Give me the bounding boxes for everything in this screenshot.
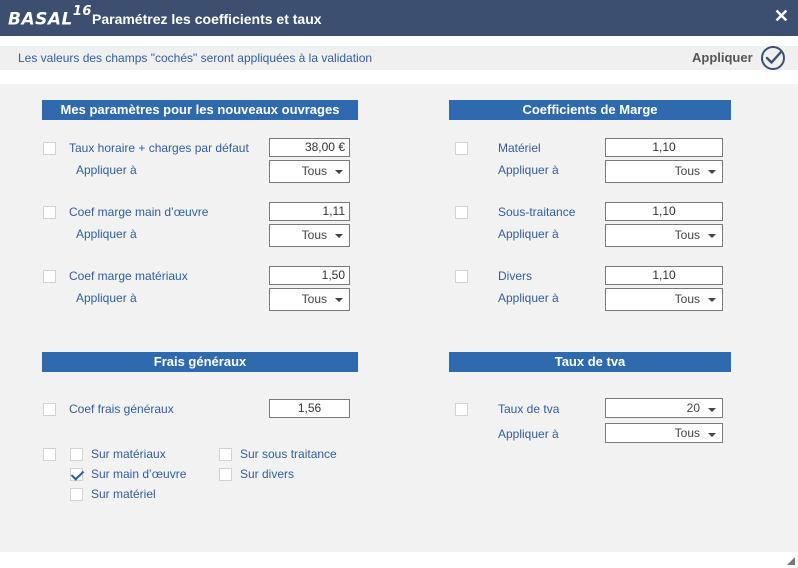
sous-traitance-apply-select[interactable]: Tous <box>605 224 723 247</box>
sur-materiaux-checkbox[interactable] <box>70 448 83 461</box>
close-icon[interactable]: ✕ <box>774 6 789 27</box>
apply-button-label: Appliquer <box>692 50 753 65</box>
check-circle-icon <box>761 46 785 70</box>
coef-mo-label: Coef marge main d’œuvre <box>69 205 209 219</box>
sur-materiaux-label: Sur matériaux <box>91 447 166 461</box>
sur-materiel-label: Sur matériel <box>91 487 156 501</box>
tva-label: Taux de tva <box>498 402 560 416</box>
divers-checkbox[interactable] <box>455 270 468 283</box>
divers-label: Divers <box>498 269 533 283</box>
sous-traitance-apply-label: Appliquer à <box>498 227 559 241</box>
sous-traitance-label: Sous-traitance <box>498 205 576 219</box>
tva-apply-select[interactable]: Tous <box>605 423 723 443</box>
coef-mat-label: Coef marge matériaux <box>69 269 188 283</box>
settings-panel: Mes paramètres pour les nouveaux ouvrage… <box>0 84 798 552</box>
taux-horaire-input[interactable]: 38,00 € <box>269 138 350 157</box>
sur-main-oeuvre-checkbox[interactable] <box>70 468 83 481</box>
taux-horaire-checkbox[interactable] <box>43 142 56 155</box>
sur-main-oeuvre-label: Sur main d’œuvre <box>91 467 187 481</box>
window-title: Paramétrez les coefficients et taux <box>92 11 322 27</box>
section-frais-header: Frais généraux <box>42 352 358 372</box>
sur-sous-traitance-label: Sur sous traitance <box>240 447 337 461</box>
info-bar: Les valeurs des champs "cochés" seront a… <box>0 46 798 70</box>
tva-select[interactable]: 20 <box>605 398 723 418</box>
frais-coef-input[interactable]: 1,56 <box>269 399 350 418</box>
coef-mat-input[interactable]: 1,50 <box>269 266 350 285</box>
coef-mat-checkbox[interactable] <box>43 270 56 283</box>
taux-horaire-apply-label: Appliquer à <box>76 163 137 177</box>
coef-mat-apply-select[interactable]: Tous <box>269 288 350 311</box>
divers-apply-label: Appliquer à <box>498 291 559 305</box>
materiel-apply-label: Appliquer à <box>498 163 559 177</box>
sous-traitance-input[interactable]: 1,10 <box>605 202 723 221</box>
frais-coef-label: Coef frais généraux <box>69 402 174 416</box>
sous-traitance-checkbox[interactable] <box>455 206 468 219</box>
sur-divers-checkbox[interactable] <box>219 468 232 481</box>
materiel-label: Matériel <box>498 141 541 155</box>
section-marge-header: Coefficients de Marge <box>449 100 731 120</box>
resize-grip-icon[interactable] <box>787 557 795 565</box>
coef-mo-checkbox[interactable] <box>43 206 56 219</box>
basal-logo: BASAL16 <box>8 4 92 30</box>
divers-input[interactable]: 1,10 <box>605 266 723 285</box>
sur-divers-label: Sur divers <box>240 467 295 481</box>
tva-apply-label: Appliquer à <box>498 427 559 441</box>
sur-sous-traitance-checkbox[interactable] <box>219 448 232 461</box>
divers-apply-select[interactable]: Tous <box>605 288 723 311</box>
coef-mo-input[interactable]: 1,11 <box>269 202 350 221</box>
frais-options-checkbox[interactable] <box>43 448 56 461</box>
materiel-apply-select[interactable]: Tous <box>605 160 723 183</box>
section-tva-header: Taux de tva <box>449 352 731 372</box>
frais-checkbox[interactable] <box>43 403 56 416</box>
coef-mo-apply-select[interactable]: Tous <box>269 224 350 247</box>
taux-horaire-apply-select[interactable]: Tous <box>269 160 350 183</box>
section-params-header: Mes paramètres pour les nouveaux ouvrage… <box>42 100 358 120</box>
coef-mat-apply-label: Appliquer à <box>76 291 137 305</box>
taux-horaire-label: Taux horaire + charges par défaut <box>69 141 249 155</box>
materiel-checkbox[interactable] <box>455 142 468 155</box>
apply-button[interactable]: Appliquer <box>688 46 788 70</box>
materiel-input[interactable]: 1,10 <box>605 138 723 157</box>
title-bar: BASAL16 Paramétrez les coefficients et t… <box>0 0 798 36</box>
tva-checkbox[interactable] <box>455 403 468 416</box>
sur-materiel-checkbox[interactable] <box>70 488 83 501</box>
info-text: Les valeurs des champs "cochés" seront a… <box>18 51 373 65</box>
coef-mo-apply-label: Appliquer à <box>76 227 137 241</box>
